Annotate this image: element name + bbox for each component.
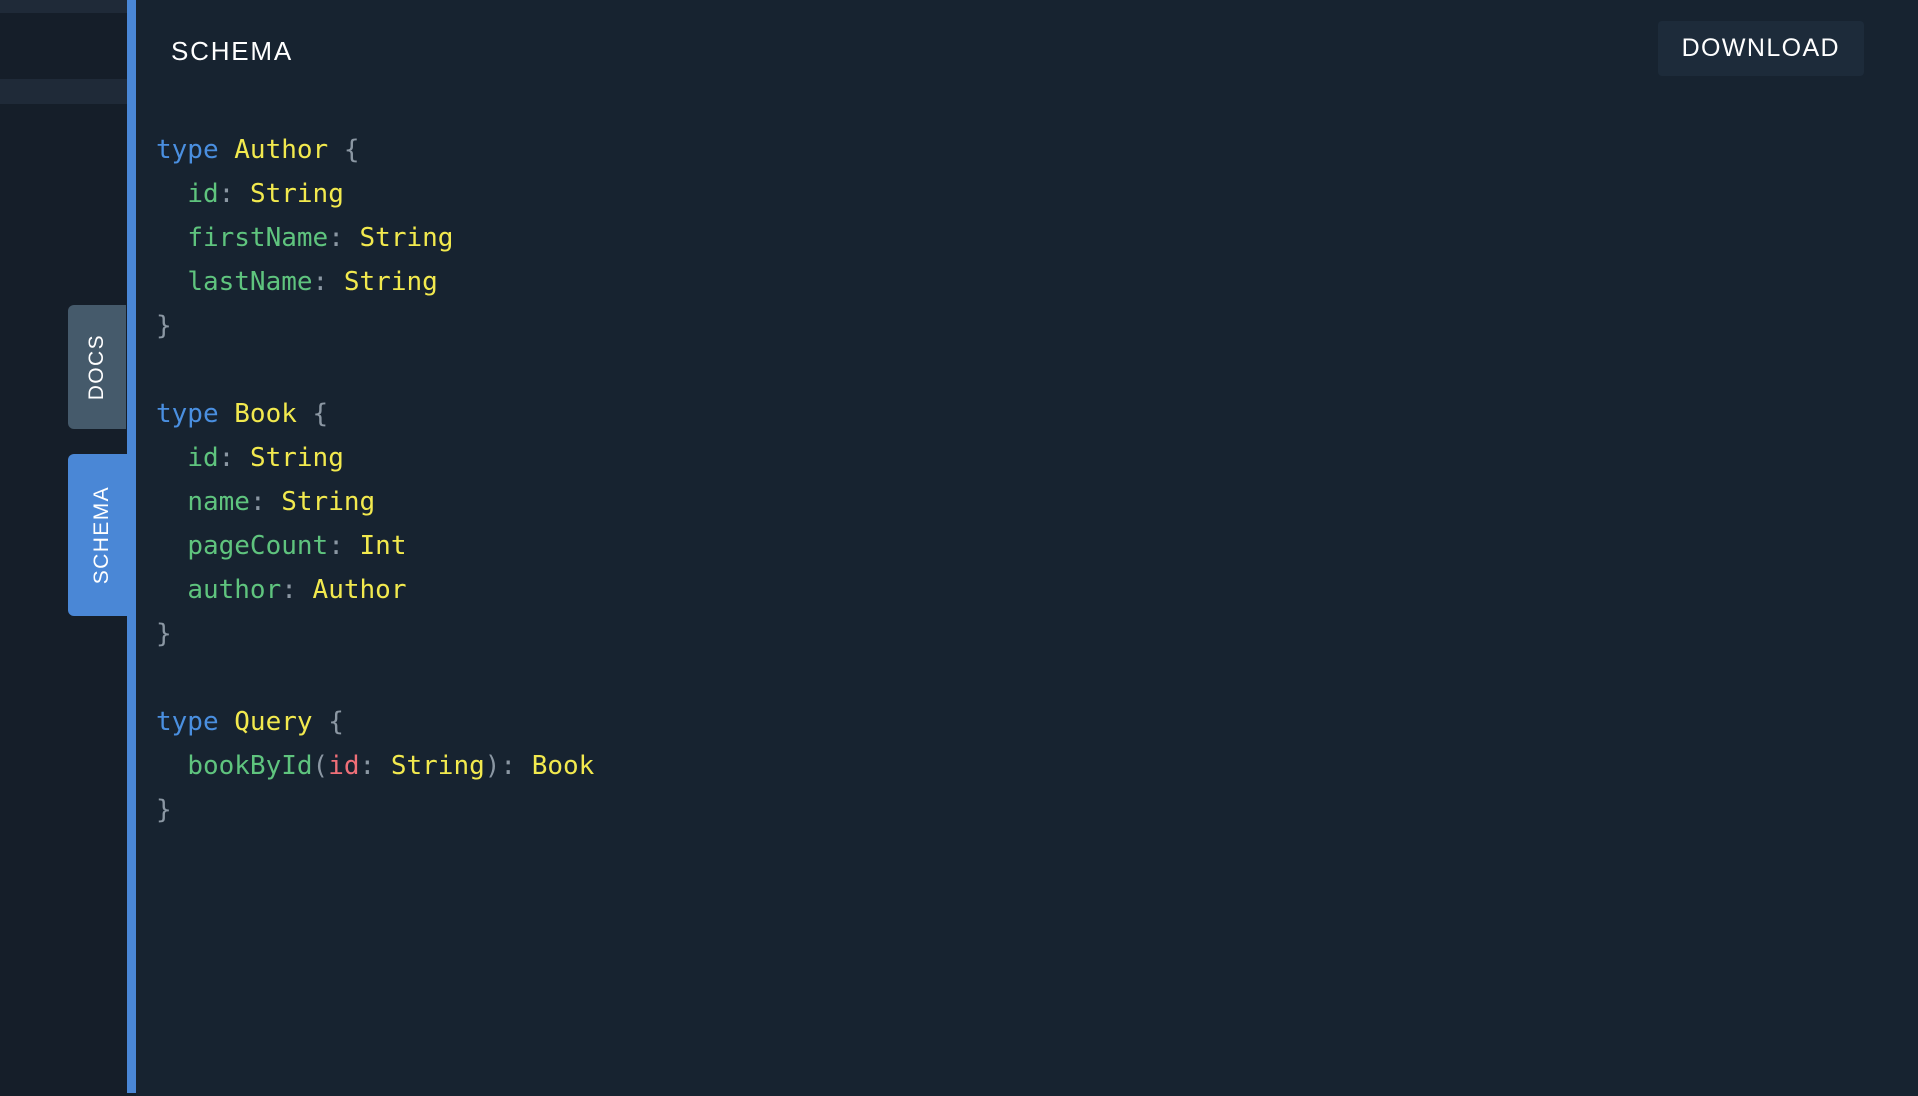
code-line: name: String [156,480,594,524]
schema-code-block: type Author { id: String firstName: Stri… [156,128,594,832]
schema-panel-header: SCHEMA DOWNLOAD [136,0,1918,106]
code-token-field: bookById [187,751,313,781]
code-token-punct [156,267,187,297]
code-line: type Book { [156,392,594,436]
code-token-field: firstName [187,223,329,253]
code-token-typename: Author [312,575,407,605]
code-token-punct: ): [484,751,532,781]
code-token-punct: : [218,179,250,209]
code-line: author: Author [156,568,594,612]
sidebar-tab-schema-label: SCHEMA [90,485,113,585]
code-token-punct [219,707,235,737]
code-token-field: lastName [187,267,313,297]
code-token-field: id [187,443,219,473]
code-token-typename: Int [359,531,407,561]
code-token-punct: } [156,311,172,341]
code-token-punct: : [312,267,344,297]
code-line: type Query { [156,700,594,744]
code-line: type Author { [156,128,594,172]
code-line: firstName: String [156,216,594,260]
code-line: } [156,612,594,656]
schema-panel: SCHEMA DOWNLOAD type Author { id: String… [136,0,1918,1096]
code-token-punct: : [218,443,250,473]
code-line: } [156,304,594,348]
code-token-typename: Book [234,399,297,429]
code-line: id: String [156,172,594,216]
code-line: pageCount: Int [156,524,594,568]
code-token-punct: : [328,531,360,561]
code-token-typename: String [390,751,485,781]
code-token-punct [156,531,187,561]
code-token-typename: Author [234,135,329,165]
code-token-punct [156,487,187,517]
code-token-punct [156,751,187,781]
code-token-punct: { [312,707,344,737]
code-line: bookById(id: String): Book [156,744,594,788]
code-token-punct [156,443,187,473]
code-token-punct: : [281,575,313,605]
page-title: SCHEMA [171,36,294,66]
code-token-punct: { [328,135,360,165]
code-token-typename: String [343,267,438,297]
sidebar-tab-docs[interactable]: DOCS [68,305,126,429]
code-token-typename: Query [234,707,313,737]
code-token-punct: { [296,399,329,429]
code-token-field: author [187,575,282,605]
gutter-band-middle [0,79,127,104]
code-token-typename: String [359,223,454,253]
code-token-typename: String [281,487,376,517]
code-token-keyword: type [156,399,219,429]
code-token-punct [219,135,235,165]
code-token-punct: : [359,751,391,781]
sidebar-tab-schema[interactable]: SCHEMA [68,454,136,616]
gutter-band-top [0,0,127,13]
sidebar-tab-docs-label: DOCS [85,333,108,401]
code-token-field: pageCount [187,531,329,561]
code-token-typename: Book [531,751,595,781]
code-token-keyword: type [156,707,219,737]
code-line: id: String [156,436,594,480]
code-token-punct: ( [312,751,329,781]
code-token-punct: : [328,223,360,253]
code-token-punct [219,399,235,429]
code-token-punct [156,223,187,253]
code-token-punct [156,575,187,605]
code-token-typename: String [249,443,344,473]
code-line: } [156,788,594,832]
code-token-field: id [187,179,219,209]
code-token-punct: } [156,619,172,649]
side-tab-group: DOCS SCHEMA [68,305,138,616]
download-button[interactable]: DOWNLOAD [1657,21,1864,76]
code-token-typename: String [249,179,344,209]
code-line: lastName: String [156,260,594,304]
code-token-keyword: type [156,135,219,165]
code-token-punct: } [156,795,172,825]
code-token-field: name [187,487,250,517]
code-token-punct: : [249,487,282,517]
code-token-punct [156,179,187,209]
code-token-arg: id [328,751,360,781]
